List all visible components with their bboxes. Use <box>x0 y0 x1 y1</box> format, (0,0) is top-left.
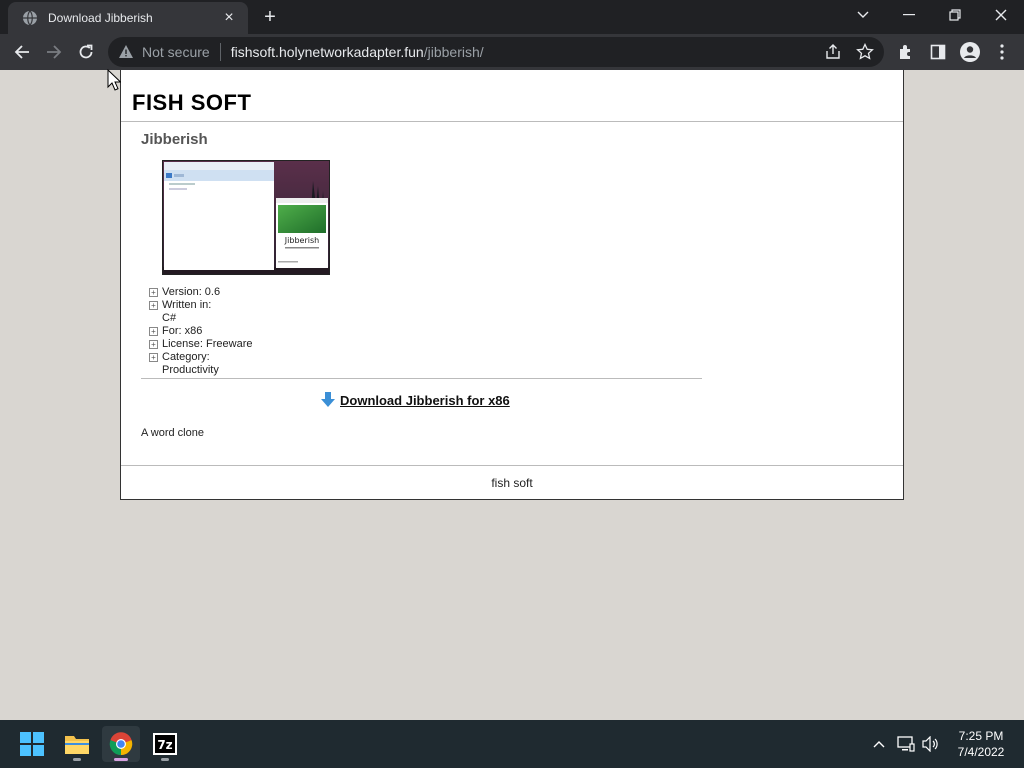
download-link[interactable]: Download Jibberish for x86 <box>321 392 510 408</box>
security-label[interactable]: Not secure <box>142 44 210 60</box>
info-version: Version: 0.6 <box>162 286 221 298</box>
restore-button[interactable] <box>932 0 978 30</box>
divider-middle <box>141 378 702 379</box>
folder-icon <box>65 736 89 754</box>
divider-bottom <box>121 465 903 466</box>
arrow-right-icon <box>47 45 62 59</box>
mouse-cursor-icon <box>107 69 121 91</box>
web-page: FISH SOFT Jibberish Jibberish + Version:… <box>120 70 904 500</box>
url-host: fishsoft.holynetworkadapter.fun <box>230 44 424 60</box>
chevron-down-icon <box>857 11 869 18</box>
globe-icon <box>23 10 37 26</box>
active-indicator <box>114 758 128 761</box>
info-license: License: Freeware <box>162 338 253 350</box>
app-info-list: + Version: 0.6 + Written in: C# + For: x86 … <box>149 286 282 377</box>
clock-time: 7:25 PM <box>958 729 1004 743</box>
screenshot-image: Jibberish <box>163 161 329 274</box>
expand-icon[interactable]: + <box>149 327 158 336</box>
expand-icon[interactable]: + <box>149 301 158 310</box>
divider-top <box>121 121 903 122</box>
side-panel-icon <box>930 44 946 60</box>
show-hidden-icons-button[interactable] <box>869 734 889 754</box>
7zip-icon: 7z <box>153 733 177 755</box>
reload-icon <box>79 44 93 59</box>
close-icon <box>995 9 1007 21</box>
taskbar-7zip[interactable]: 7z <box>146 726 184 762</box>
chrome-icon <box>109 732 133 756</box>
network-icon <box>897 736 915 752</box>
side-panel-button[interactable] <box>928 42 948 62</box>
speaker-icon <box>922 736 938 752</box>
omnibox-separator <box>219 43 221 61</box>
menu-button[interactable] <box>992 42 1012 62</box>
reload-button[interactable] <box>72 38 100 66</box>
profile-button[interactable] <box>960 42 980 62</box>
chevron-up-icon <box>873 741 885 748</box>
minimize-icon <box>903 14 915 16</box>
download-arrow-icon <box>321 392 335 407</box>
bookmark-star-icon[interactable] <box>856 43 874 61</box>
taskbar: 7z 7:25 PM 7/4/2022 <box>0 720 1024 768</box>
minimize-button[interactable] <box>886 0 932 30</box>
tab-search-button[interactable] <box>840 0 886 30</box>
browser-toolbar: Not secure fishsoft.holynetworkadapter.f… <box>0 34 1024 70</box>
info-language: Written in: C# <box>162 299 212 324</box>
warning-icon[interactable] <box>118 44 134 60</box>
url-path: /jibberish/ <box>423 44 484 60</box>
back-button[interactable] <box>8 38 36 66</box>
address-bar[interactable]: Not secure fishsoft.holynetworkadapter.f… <box>108 37 884 67</box>
screenshot-caption: Jibberish <box>284 236 319 245</box>
info-category: Category: Productivity <box>162 351 219 376</box>
restore-icon <box>949 9 961 21</box>
download-label[interactable]: Download Jibberish for x86 <box>340 393 510 408</box>
forward-button[interactable] <box>40 38 68 66</box>
tab-title: Download Jibberish <box>48 11 153 25</box>
page-footer: fish soft <box>491 476 533 490</box>
7zip-label: 7z <box>157 738 172 752</box>
info-row-language: + Written in: C# <box>149 299 282 325</box>
app-screenshot[interactable]: Jibberish <box>162 160 330 275</box>
app-title: Jibberish <box>141 131 208 148</box>
puzzle-icon <box>900 45 910 59</box>
avatar-icon <box>960 42 980 62</box>
share-icon[interactable] <box>824 43 842 61</box>
system-clock[interactable]: 7:25 PM 7/4/2022 <box>950 728 1012 760</box>
expand-icon[interactable]: + <box>149 353 158 362</box>
browser-titlebar: Download Jibberish × + <box>0 0 1024 34</box>
expand-icon[interactable]: + <box>149 288 158 297</box>
volume-control[interactable] <box>921 734 941 754</box>
extensions-button[interactable] <box>896 42 916 62</box>
more-vertical-icon <box>1000 44 1004 60</box>
running-indicator <box>161 758 169 761</box>
network-status[interactable] <box>896 734 916 754</box>
taskbar-file-explorer[interactable] <box>58 726 96 762</box>
expand-icon[interactable]: + <box>149 340 158 349</box>
new-tab-button[interactable]: + <box>258 6 282 28</box>
info-row-platform: + For: x86 <box>149 325 282 338</box>
start-button[interactable] <box>13 726 51 762</box>
windows-logo-icon <box>20 732 44 756</box>
info-row-license: + License: Freeware <box>149 338 282 351</box>
close-window-button[interactable] <box>978 0 1024 30</box>
info-platform: For: x86 <box>162 325 203 337</box>
running-indicator <box>73 758 81 761</box>
site-title: FISH SOFT <box>132 90 252 115</box>
app-description: A word clone <box>141 427 204 439</box>
tab-close-button[interactable]: × <box>220 9 238 27</box>
info-row-category: + Category: Productivity <box>149 351 282 377</box>
arrow-left-icon <box>14 45 29 59</box>
taskbar-chrome[interactable] <box>102 726 140 762</box>
browser-tab[interactable]: Download Jibberish × <box>8 2 248 34</box>
info-row-version: + Version: 0.6 <box>149 286 282 299</box>
clock-date: 7/4/2022 <box>957 745 1005 759</box>
